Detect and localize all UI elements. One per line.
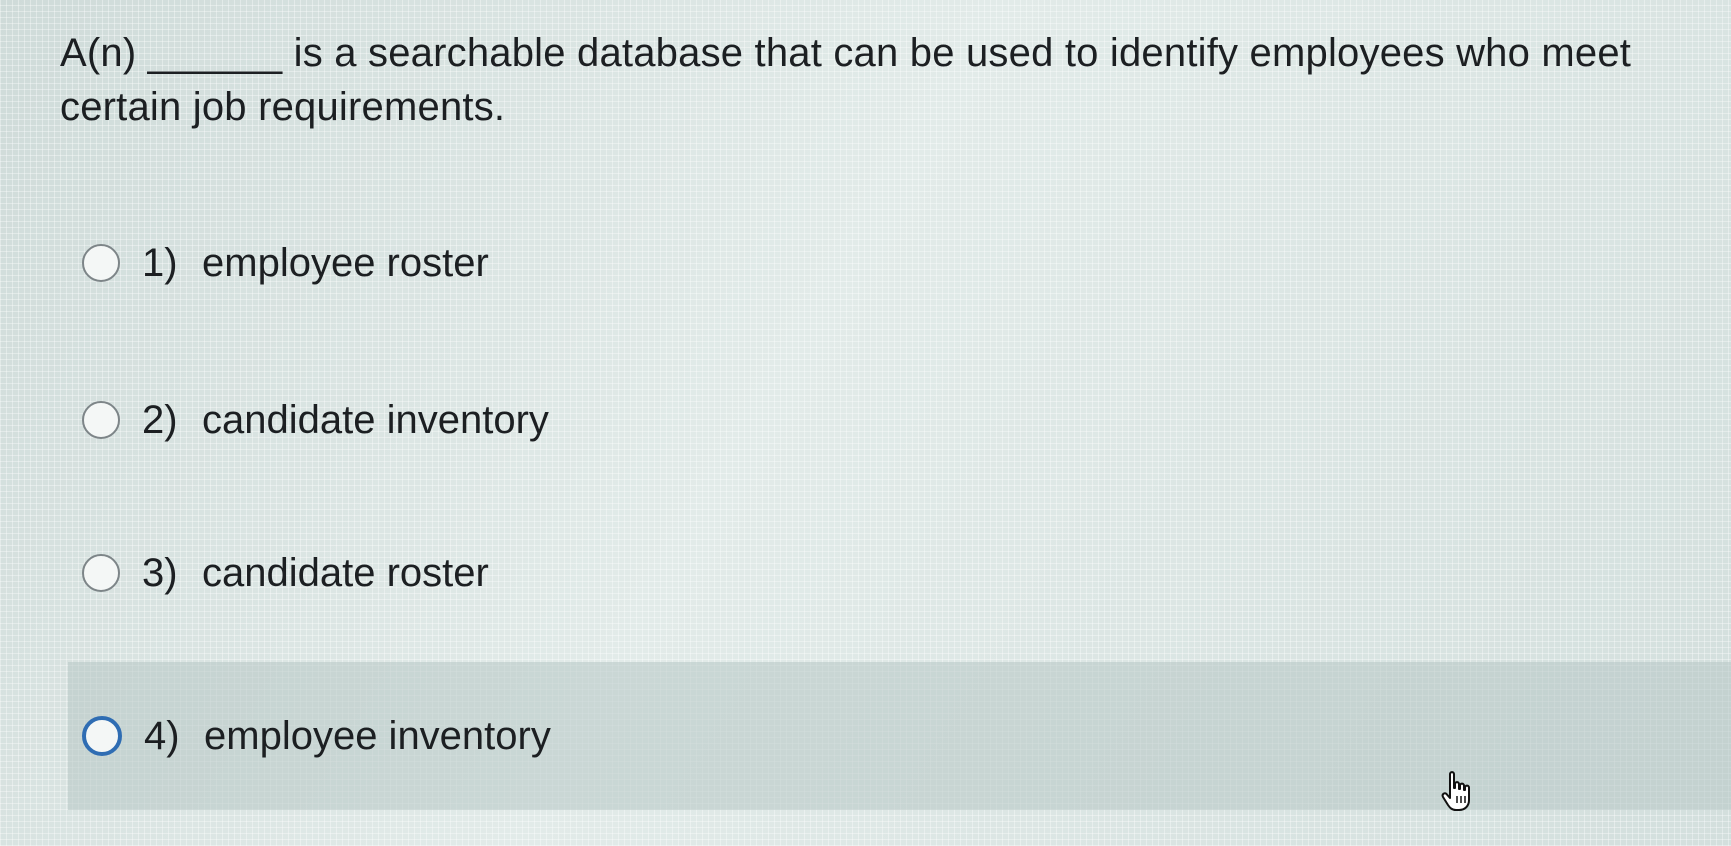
- option-1[interactable]: 1) employee roster: [82, 228, 489, 298]
- option-2-label: candidate inventory: [202, 397, 549, 442]
- option-2[interactable]: 2) candidate inventory: [82, 385, 549, 455]
- option-2-number: 2): [142, 397, 178, 442]
- radio-button-option-3[interactable]: [82, 554, 120, 592]
- option-3-number: 3): [142, 550, 178, 595]
- option-1-number: 1): [142, 240, 178, 285]
- option-4-label: employee inventory: [204, 713, 551, 758]
- option-4-number: 4): [144, 713, 180, 758]
- option-1-label: employee roster: [202, 240, 489, 285]
- option-3-label: candidate roster: [202, 550, 489, 595]
- option-4[interactable]: 4) employee inventory: [68, 662, 1731, 810]
- radio-button-option-4[interactable]: [82, 716, 122, 756]
- option-3[interactable]: 3) candidate roster: [82, 538, 489, 608]
- radio-button-option-2[interactable]: [82, 401, 120, 439]
- radio-button-option-1[interactable]: [82, 244, 120, 282]
- hand-pointer-cursor-icon: [1441, 771, 1470, 811]
- answer-options: 1) employee roster 2) candidate inventor…: [0, 0, 1731, 846]
